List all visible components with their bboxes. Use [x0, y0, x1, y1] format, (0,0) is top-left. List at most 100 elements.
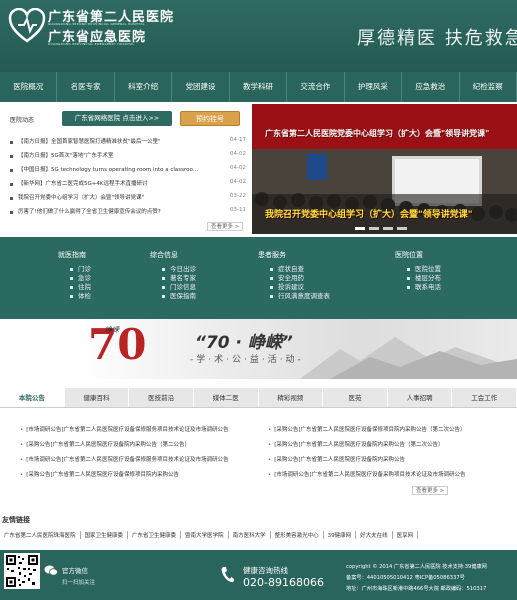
- news-item-date: 03-22: [230, 193, 246, 199]
- news-more-link[interactable]: 查看更多 >: [207, 222, 244, 231]
- service-link[interactable]: 急诊: [58, 274, 91, 283]
- tab-videos[interactable]: 精彩视频: [259, 388, 324, 407]
- service-link[interactable]: 安全用药: [258, 274, 330, 283]
- news-item-title[interactable]: 【新华网】广东省二医完成5G+4K远程手术直播研讨: [18, 179, 208, 187]
- phone-icon: [221, 567, 234, 583]
- bullet-icon: [10, 211, 13, 214]
- news-item-title[interactable]: 【中国日报】5G technology turns operating room…: [18, 165, 208, 173]
- news-item-title[interactable]: 我院召开党委中心组学习（扩大）会暨"领导讲党课": [18, 193, 208, 201]
- service-link[interactable]: 体检: [58, 292, 91, 301]
- news-item-title[interactable]: 【南方日报】5G首次"落地"广东手术室: [18, 151, 208, 159]
- friend-link[interactable]: 医享网: [393, 531, 419, 539]
- service-col-title: 医院位置: [395, 251, 423, 259]
- tab-union[interactable]: 工会工作: [452, 388, 517, 407]
- tab-garden[interactable]: 医苑: [323, 388, 388, 407]
- hotline-number[interactable]: 020-89168066: [243, 576, 324, 589]
- nav-item-discipline[interactable]: 纪检监察: [460, 72, 517, 102]
- news-item[interactable]: 我院召开党委中心组学习（扩大）会暨"领导讲党课" 03-22: [8, 193, 246, 206]
- news-item[interactable]: 厉害了!他们做了什么赢得了全省卫生健康宣传会议的点赞? 03-11: [8, 207, 246, 220]
- banner-pagination: [355, 227, 425, 231]
- friend-link[interactable]: 广东省第二人民医院珠海医院: [0, 531, 81, 539]
- announcement-item[interactable]: [采购公告]广东省第二人民医院医疗设备保修项目院内采购公告（第二次公告）: [268, 425, 513, 433]
- service-link[interactable]: 联系电话: [395, 283, 441, 292]
- bullet-icon: [10, 169, 13, 172]
- news-item-date: 03-11: [230, 207, 246, 213]
- header-slogan: 厚德精医 扶危救急: [357, 28, 517, 49]
- service-link[interactable]: 住院: [58, 283, 91, 292]
- service-link[interactable]: 行风满意度调查表: [258, 292, 330, 301]
- announcement-item[interactable]: [采购公告]广东省第二人民医院医疗设备保修项目院内采购公告: [20, 470, 265, 478]
- nav-item-cooperation[interactable]: 交流合作: [287, 72, 345, 102]
- news-item-title[interactable]: 【南方日报】全国首家智慧医院打通精准扶贫"最后一公里": [18, 137, 208, 145]
- tab-tech[interactable]: 医技前沿: [129, 388, 194, 407]
- nav-item-departments[interactable]: 科室介绍: [115, 72, 173, 102]
- news-item-date: 04-02: [230, 179, 246, 185]
- main-nav: 医院概况 名医专家 科室介绍 党团建设 教学科研 交流合作 护理风采 应急救治 …: [0, 72, 517, 102]
- tab-health[interactable]: 健康百科: [65, 388, 130, 407]
- service-link[interactable]: 医保指南: [150, 292, 196, 301]
- nav-item-emergency[interactable]: 应急救治: [402, 72, 460, 102]
- service-col-title: 综合信息: [150, 251, 178, 259]
- service-link[interactable]: 症状自查: [258, 265, 330, 274]
- service-link[interactable]: 医院位置: [395, 265, 441, 274]
- announcement-item[interactable]: [采购公告]广东省第二人民医院医疗设备院内采购公告（第二次公告）: [268, 440, 513, 448]
- friend-link[interactable]: 南方医科大学: [229, 531, 271, 539]
- friend-link[interactable]: 整形美容激光中心: [271, 531, 324, 539]
- anniversary-tagline: -学·术·公·益·活·动-: [190, 355, 304, 365]
- banner-dot[interactable]: [383, 227, 393, 230]
- news-item[interactable]: 【南方日报】全国首家智慧医院打通精准扶贫"最后一公里" 04-17: [8, 137, 246, 150]
- booking-button[interactable]: 预约挂号: [180, 111, 240, 126]
- banner-dot[interactable]: [397, 227, 407, 230]
- tab-announcements[interactable]: 本院公告: [0, 388, 65, 407]
- nav-item-party[interactable]: 党团建设: [172, 72, 230, 102]
- news-item-date: 04-02: [230, 165, 246, 171]
- hospital-logo-icon[interactable]: [8, 8, 46, 44]
- nav-item-experts[interactable]: 名医专家: [57, 72, 115, 102]
- icp-record[interactable]: 备案号：44010505010412 粤ICP备05086337号: [346, 574, 517, 581]
- nav-item-overview[interactable]: 医院概况: [0, 72, 58, 102]
- banner-headline: 广东省第二人民医院党委中心组学习（扩大）会暨"领导讲党课": [265, 129, 490, 138]
- wechat-icon: [44, 565, 58, 576]
- nav-item-nursing[interactable]: 护理风采: [345, 72, 403, 102]
- bullet-icon: [10, 183, 13, 186]
- announcements-more-link[interactable]: 查看更多 >: [412, 486, 449, 495]
- news-item[interactable]: 【南方日报】5G首次"落地"广东手术室 04-02: [8, 151, 246, 164]
- announcement-item[interactable]: [市场调研公告]广东省第二人民医院医疗设备采购项目技术论证及市场调研公告: [268, 470, 513, 478]
- nav-item-research[interactable]: 教学科研: [230, 72, 288, 102]
- bullet-icon: [10, 197, 13, 200]
- news-item[interactable]: 【中国日报】5G technology turns operating room…: [8, 165, 246, 178]
- service-link[interactable]: 门诊信息: [150, 283, 196, 292]
- tab-media[interactable]: 媒体二医: [194, 388, 259, 407]
- friend-link[interactable]: 好大夫在线: [356, 531, 393, 539]
- announcement-item[interactable]: [市场调研公告]广东省第二人民医院医疗设备保修服务项目技术论证及市场调研公告: [20, 425, 265, 433]
- anniversary-title: “70 · 峥嵘”: [195, 333, 293, 353]
- news-item-title[interactable]: 厉害了!他们做了什么赢得了全省卫生健康宣传会议的点赞?: [18, 207, 208, 215]
- service-link[interactable]: 著名专家: [150, 274, 196, 283]
- tab-recruitment[interactable]: 人事招聘: [388, 388, 453, 407]
- friend-link[interactable]: 暨南大学医学院: [181, 531, 229, 539]
- service-col-info: 综合信息 今日出诊 著名专家 门诊信息 医保指南: [150, 250, 196, 301]
- news-item-date: 04-02: [230, 151, 246, 157]
- hotline-label: 健康咨询热线: [243, 566, 288, 575]
- service-col-title: 患者服务: [258, 251, 286, 259]
- bullet-icon: [10, 155, 13, 158]
- online-hospital-button[interactable]: 广东省网络医院 点击进入>>: [62, 111, 172, 126]
- service-link[interactable]: 今日出诊: [150, 265, 196, 274]
- news-item[interactable]: 【新华网】广东省二医完成5G+4K远程手术直播研讨 04-02: [8, 179, 246, 192]
- copyright-text: copyright © 2014 广东省第二人民医院 技术支持:39健康网: [346, 564, 487, 570]
- announcement-tabs: 本院公告 健康百科 医技前沿 媒体二医 精彩视频 医苑 人事招聘 工会工作: [0, 388, 517, 408]
- friend-link[interactable]: 广东省卫生健康委: [128, 531, 182, 539]
- service-link[interactable]: 门诊: [58, 265, 91, 274]
- service-col-title: 就医指南: [58, 251, 86, 259]
- service-link[interactable]: 楼层分布: [395, 274, 441, 283]
- service-link[interactable]: 投诉建议: [258, 283, 330, 292]
- announcement-item[interactable]: [市场调研公告]广东省第二人民医院医疗设备保修服务项目技术论证及市场调研公告: [20, 455, 265, 463]
- banner-dot[interactable]: [355, 227, 365, 230]
- friend-link[interactable]: 国家卫生健康委: [81, 531, 129, 539]
- announcement-item[interactable]: [采购公告]广东省第二人民医院医疗设备院内采购公告: [268, 455, 513, 463]
- announcement-item[interactable]: [采购公告]广东省第二人民医院医疗设备院内采购公告（第二公告）: [20, 440, 265, 448]
- banner-caption[interactable]: 我院召开党委中心组学习（扩大）会暨"领导讲党课": [265, 207, 472, 220]
- bullet-icon: [10, 141, 13, 144]
- banner-dot[interactable]: [369, 227, 379, 230]
- friend-link[interactable]: 39健康网: [324, 531, 357, 539]
